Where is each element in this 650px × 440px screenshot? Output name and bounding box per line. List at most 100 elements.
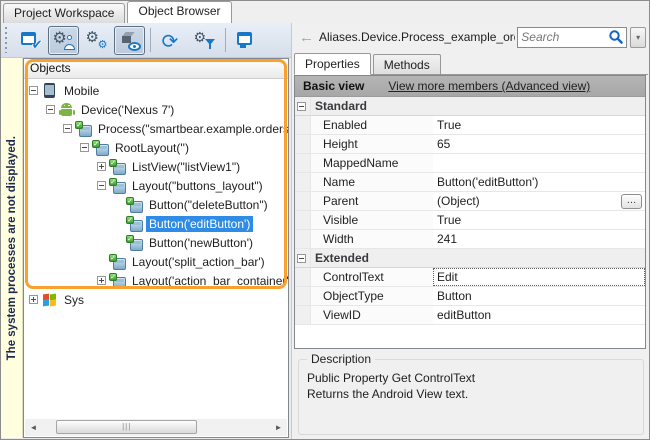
property-value[interactable]: 65	[433, 135, 645, 153]
system-processes-note: The system processes are not displayed.	[1, 58, 23, 438]
search-icon	[608, 29, 624, 45]
property-row[interactable]: Parent(Object)…	[295, 192, 645, 211]
property-name: Enabled	[311, 116, 433, 134]
row-gutter	[295, 230, 311, 248]
tree-node[interactable]: ✓Button('editButton')	[24, 214, 288, 233]
property-value[interactable]: Button('editButton')	[433, 173, 645, 191]
toolbar-grip[interactable]	[4, 27, 9, 53]
tree-node[interactable]: Sys	[24, 290, 288, 309]
filter-settings-button[interactable]: ⚙	[189, 26, 220, 55]
property-section[interactable]: Standard	[295, 97, 645, 116]
breadcrumb: Aliases.Device.Process_example_order,	[319, 30, 515, 44]
row-gutter	[295, 211, 311, 229]
app-icon: ✓	[109, 159, 126, 175]
section-name: Extended	[311, 251, 369, 265]
collapse-icon[interactable]	[297, 254, 306, 263]
tab-project-workspace[interactable]: Project Workspace	[3, 3, 125, 23]
property-row[interactable]: ViewIDeditButton	[295, 306, 645, 325]
property-row[interactable]: Height65	[295, 135, 645, 154]
toolbar-separator	[150, 28, 151, 52]
collapse-icon[interactable]	[29, 86, 38, 95]
panel-layout-button[interactable]	[231, 26, 262, 55]
tree-node[interactable]: ✓Process("smartbear.example.orders")	[24, 119, 288, 138]
collapse-icon[interactable]	[80, 143, 89, 152]
scrollbar-thumb[interactable]: |||	[56, 420, 197, 434]
collapse-icon[interactable]	[46, 105, 55, 114]
show-process-objects-button[interactable]: ⚙	[48, 26, 79, 55]
tree-node-label: Sys	[61, 292, 87, 308]
property-row[interactable]: VisibleTrue	[295, 211, 645, 230]
row-gutter	[295, 154, 311, 172]
main-area: ✔⚙⚙⚙⟳⚙ The system processes are not disp…	[1, 23, 650, 440]
property-name: ObjectType	[311, 287, 433, 305]
tree-node-label: Button('editButton')	[146, 216, 253, 232]
cube-eye-icon	[119, 30, 141, 51]
property-value[interactable]: True	[433, 116, 645, 134]
objects-tree-panel: Objects Mobile Device('Nexus 7')✓Process(…	[23, 58, 289, 438]
app-icon: ✓	[109, 273, 126, 289]
window-panel-icon	[236, 30, 258, 51]
expand-icon[interactable]	[29, 295, 38, 304]
property-row[interactable]: MappedName	[295, 154, 645, 173]
property-value[interactable]: Button	[433, 287, 645, 305]
property-grid: Basic view View more members (Advanced v…	[294, 75, 646, 349]
property-row[interactable]: ObjectTypeButton	[295, 287, 645, 306]
scrollbar-track[interactable]: |||	[42, 419, 270, 436]
collapse-icon[interactable]	[297, 102, 306, 111]
tree-node-label: Button('newButton')	[146, 235, 256, 251]
tree-node[interactable]: Device('Nexus 7')	[24, 100, 288, 119]
row-gutter	[295, 135, 311, 153]
toolbar-separator	[225, 28, 226, 52]
highlight-object-button[interactable]: ✔	[15, 26, 46, 55]
tree-node[interactable]: ✓Layout('split_action_bar')	[24, 252, 288, 271]
property-row[interactable]: NameButton('editButton')	[295, 173, 645, 192]
tree-node[interactable]: ✓Button('newButton')	[24, 233, 288, 252]
tree-node[interactable]: ✓Layout('action_bar_container')	[24, 271, 288, 290]
row-gutter	[295, 173, 311, 191]
tree-node-label: Device('Nexus 7')	[78, 102, 177, 118]
tree-node[interactable]: ✓RootLayout('')	[24, 138, 288, 157]
property-value[interactable]	[433, 154, 645, 172]
search-dropdown-button[interactable]: ▾	[630, 27, 646, 48]
back-arrow-icon[interactable]: ←	[299, 30, 314, 45]
property-row[interactable]: ControlTextEdit	[295, 268, 645, 287]
property-name: ViewID	[311, 306, 433, 324]
section-name: Standard	[311, 99, 367, 113]
expand-icon[interactable]	[97, 162, 106, 171]
tab-properties[interactable]: Properties	[294, 53, 371, 75]
refresh-button[interactable]: ⟳	[156, 26, 187, 55]
ellipsis-button[interactable]: …	[621, 194, 642, 209]
tree-node[interactable]: Mobile	[24, 81, 288, 100]
tree-node[interactable]: ✓Layout("buttons_layout")	[24, 176, 288, 195]
advanced-view-link[interactable]: View more members (Advanced view)	[388, 79, 590, 93]
tab-methods[interactable]: Methods	[373, 54, 441, 74]
row-gutter	[295, 306, 311, 324]
row-gutter	[295, 287, 311, 305]
property-section[interactable]: Extended	[295, 249, 645, 268]
property-value[interactable]: (Object)…	[433, 192, 645, 210]
search-input[interactable]	[518, 29, 608, 46]
property-value[interactable]: True	[433, 211, 645, 229]
tab-object-browser[interactable]: Object Browser	[127, 1, 231, 23]
collapse-icon[interactable]	[63, 124, 72, 133]
property-row[interactable]: Width241	[295, 230, 645, 249]
property-value[interactable]: Edit	[433, 268, 645, 286]
tree-header: Objects	[24, 59, 288, 79]
tree-node[interactable]: ✓ListView("listView1")	[24, 157, 288, 176]
tree-node-label: Layout('split_action_bar')	[129, 254, 268, 270]
scroll-left-button[interactable]: ◄	[25, 419, 42, 436]
property-value[interactable]: 241	[433, 230, 645, 248]
description-line: Returns the Android View text.	[307, 386, 635, 402]
settings-button[interactable]: ⚙⚙	[81, 26, 112, 55]
show-objects-view-button[interactable]	[114, 26, 145, 55]
tree-node-label: Layout('action_bar_container')	[129, 273, 288, 289]
collapse-icon[interactable]	[97, 181, 106, 190]
tree-node[interactable]: ✓Button("deleteButton")	[24, 195, 288, 214]
property-row[interactable]: EnabledTrue	[295, 116, 645, 135]
property-name: Width	[311, 230, 433, 248]
window-check-icon: ✔	[20, 30, 42, 51]
scroll-right-button[interactable]: ►	[270, 419, 287, 436]
property-value[interactable]: editButton	[433, 306, 645, 324]
search-box	[517, 27, 627, 48]
expand-icon[interactable]	[97, 276, 106, 285]
